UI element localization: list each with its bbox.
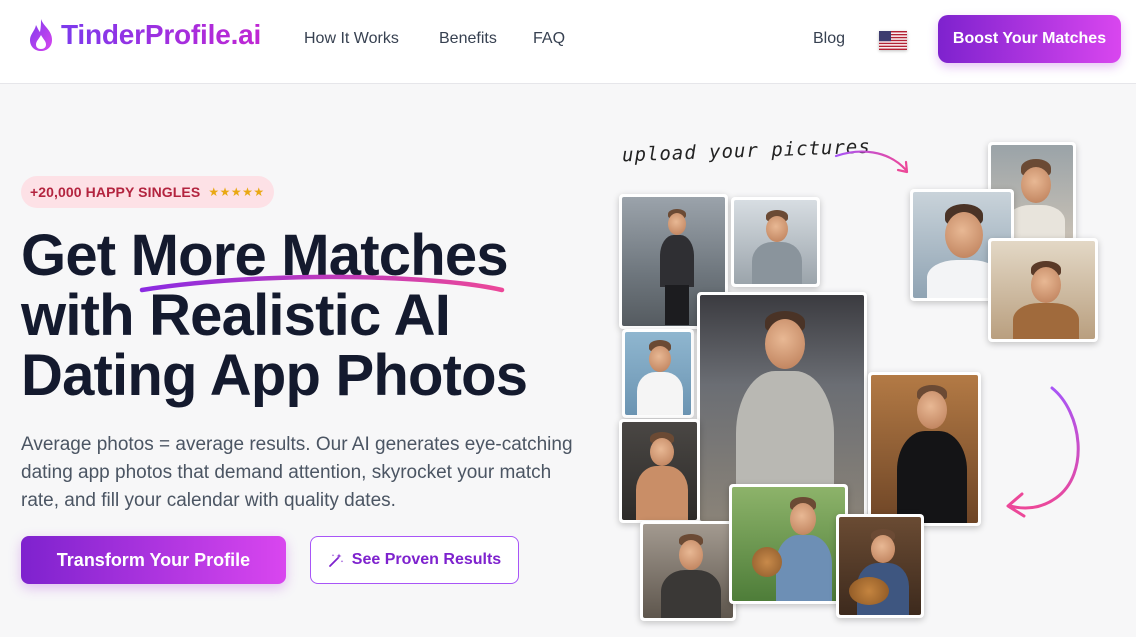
headline-line-3: Dating App Photos xyxy=(21,343,528,408)
boost-your-matches-button[interactable]: Boost Your Matches xyxy=(938,15,1121,63)
us-flag-icon[interactable] xyxy=(879,31,907,50)
hero-description: Average photos = average results. Our AI… xyxy=(21,434,573,511)
nav-benefits[interactable]: Benefits xyxy=(439,30,497,48)
see-proven-results-button[interactable]: See Proven Results xyxy=(310,536,519,584)
nav-how-it-works[interactable]: How It Works xyxy=(304,30,399,48)
flame-icon xyxy=(30,19,52,51)
generated-photo-helicopter xyxy=(731,197,820,287)
logo-text: TinderProfile.ai xyxy=(61,19,262,50)
see-proven-results-label: See Proven Results xyxy=(351,551,502,568)
transform-profile-button[interactable]: Transform Your Profile xyxy=(21,536,286,584)
curved-result-arrow-icon xyxy=(1006,386,1080,518)
generated-photo-dog xyxy=(729,484,848,604)
generated-photo-tuxedo xyxy=(868,372,981,526)
nav-blog[interactable]: Blog xyxy=(813,30,845,48)
logo[interactable]: TinderProfile.ai xyxy=(27,16,261,54)
generated-photo-boxing xyxy=(619,419,700,523)
generated-photo-guitar xyxy=(836,514,924,618)
badge-text: +20,000 HAPPY SINGLES xyxy=(30,184,201,200)
star-rating-icon: ★★★★★ xyxy=(208,185,265,199)
generated-photo-sea xyxy=(622,329,694,418)
happy-singles-badge: +20,000 HAPPY SINGLES ★★★★★ xyxy=(21,176,274,208)
upload-pictures-label: upload your pictures xyxy=(621,135,872,167)
top-navbar: TinderProfile.ai How It Works Benefits F… xyxy=(0,0,1136,84)
nav-faq[interactable]: FAQ xyxy=(533,30,565,48)
input-photo-3 xyxy=(988,238,1098,342)
headline-underline-decoration xyxy=(139,274,505,293)
hero-headline: Get More Matches with Realistic AI Datin… xyxy=(21,226,581,406)
magic-wand-icon xyxy=(328,553,343,567)
generated-photo-suit-chair xyxy=(640,521,736,621)
